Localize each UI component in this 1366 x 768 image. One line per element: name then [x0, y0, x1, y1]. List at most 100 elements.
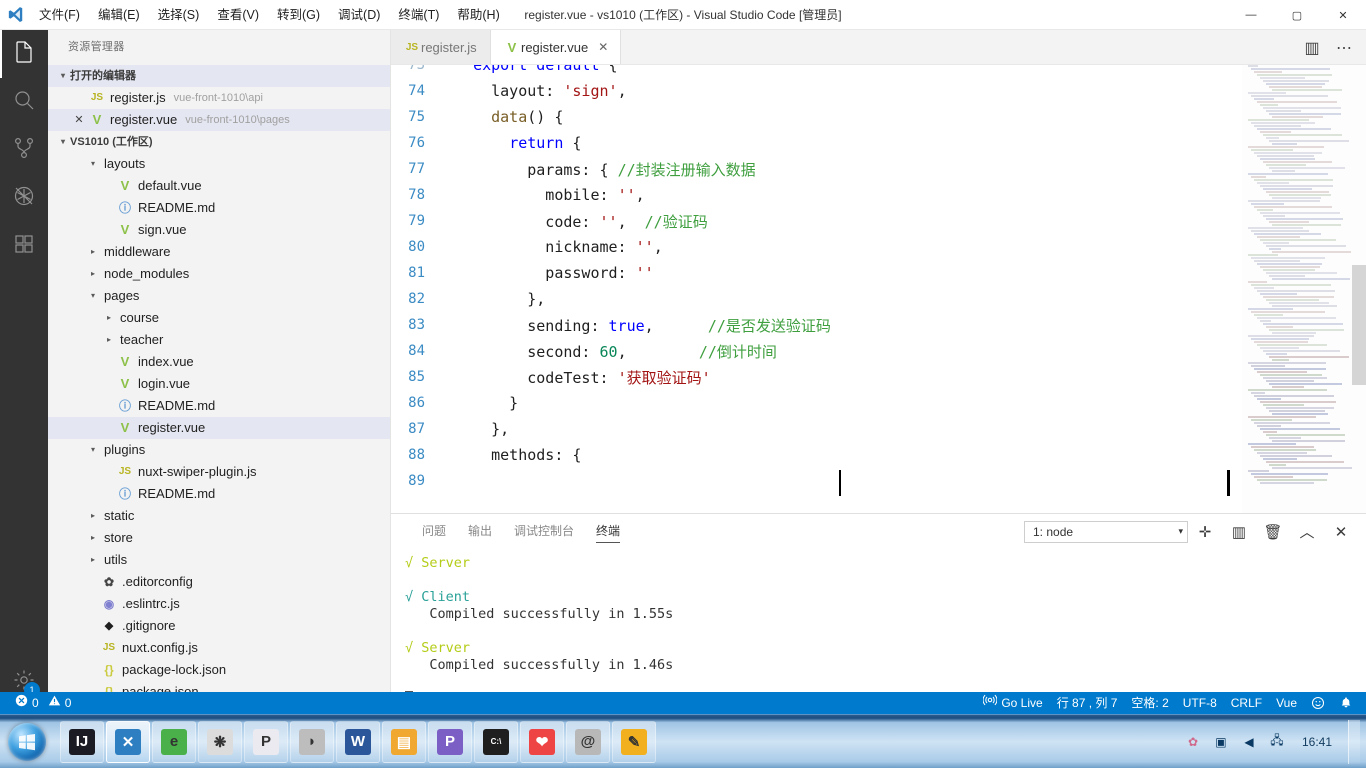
menu-help[interactable]: 帮助(H): [448, 4, 508, 26]
tree-item-utils[interactable]: ▸utils: [48, 549, 390, 571]
panel-tab-debug-console[interactable]: 调试控制台: [503, 514, 585, 549]
menu-edit[interactable]: 编辑(E): [89, 4, 149, 26]
tree-item-default-vue[interactable]: Vdefault.vue: [48, 175, 390, 197]
code-editor[interactable]: 73 export default {74 layout: 'sign',75 …: [391, 65, 1366, 513]
volume-icon[interactable]: ◀: [1240, 733, 1258, 751]
taskbar-app-word[interactable]: W: [336, 721, 380, 763]
tree-item-nuxt-config-js[interactable]: JSnuxt.config.js: [48, 637, 390, 659]
panel-tab-problems[interactable]: 问题: [411, 514, 457, 549]
editor-scrollbar-thumb[interactable]: [1352, 265, 1366, 385]
activity-search[interactable]: [0, 78, 48, 126]
tree-item-course[interactable]: ▸course: [48, 307, 390, 329]
network-mon-icon[interactable]: ▣: [1212, 733, 1230, 751]
taskbar-app-paint[interactable]: ✎: [612, 721, 656, 763]
tree-item-layouts[interactable]: ▾layouts: [48, 153, 390, 175]
new-terminal-icon[interactable]: ✛: [1188, 514, 1222, 549]
tree-item--editorconfig[interactable]: ✿.editorconfig: [48, 571, 390, 593]
taskbar-app-sublime[interactable]: ◗: [290, 721, 334, 763]
close-panel-icon[interactable]: ✕: [1324, 514, 1358, 549]
close-icon[interactable]: ✕: [598, 40, 608, 54]
tree-item-index-vue[interactable]: Vindex.vue: [48, 351, 390, 373]
taskbar-app-folder[interactable]: ▤: [382, 721, 426, 763]
status-go-live[interactable]: Go Live: [976, 692, 1049, 714]
split-editor-icon[interactable]: ▥: [1298, 34, 1326, 62]
line-number: 81: [391, 265, 447, 281]
terminal-output[interactable]: √ Server√ Client Compiled successfully i…: [391, 549, 1366, 708]
open-editor-register-vue[interactable]: ✕ V register.vue vue-front-1010\pages: [48, 109, 390, 131]
taskbar-app-vscode[interactable]: ✕: [106, 721, 150, 763]
minimap[interactable]: [1242, 65, 1352, 513]
status-eol[interactable]: CRLF: [1224, 692, 1269, 714]
editor-scrollbar[interactable]: [1352, 65, 1366, 513]
activity-debug[interactable]: [0, 174, 48, 222]
status-cursor-position[interactable]: 行 87 , 列 7: [1050, 692, 1125, 714]
tree-item-middleware[interactable]: ▸middleware: [48, 241, 390, 263]
tree-item-nuxt-swiper-plugin-js[interactable]: JSnuxt-swiper-plugin.js: [48, 461, 390, 483]
close-icon[interactable]: ✕: [70, 109, 88, 131]
minimize-button[interactable]: —: [1228, 0, 1274, 30]
tree-item-sign-vue[interactable]: Vsign.vue: [48, 219, 390, 241]
tree-item-node-modules[interactable]: ▸node_modules: [48, 263, 390, 285]
tree-item-readme-md[interactable]: ⓘREADME.md: [48, 395, 390, 417]
tree-item--gitignore[interactable]: ◆.gitignore: [48, 615, 390, 637]
status-language-mode[interactable]: Vue: [1269, 692, 1304, 714]
minimap-line: [1263, 296, 1334, 298]
status-encoding[interactable]: UTF-8: [1176, 692, 1224, 714]
menu-file[interactable]: 文件(F): [30, 4, 89, 26]
taskbar-app-pycharm[interactable]: P: [244, 721, 288, 763]
taskbar-app-edge[interactable]: e: [152, 721, 196, 763]
menu-debug[interactable]: 调试(D): [329, 4, 389, 26]
status-problems[interactable]: 0 0: [8, 692, 78, 714]
close-button[interactable]: ✕: [1320, 0, 1366, 30]
menu-view[interactable]: 查看(V): [208, 4, 268, 26]
section-workspace[interactable]: ▾ VS1010 (工作区): [48, 131, 390, 153]
tab-register-vue[interactable]: V register.vue ✕: [491, 30, 621, 64]
menu-selection[interactable]: 选择(S): [149, 4, 209, 26]
bell-icon[interactable]: [1332, 692, 1360, 714]
tree-item-readme-md[interactable]: ⓘREADME.md: [48, 197, 390, 219]
tree-item-teacher[interactable]: ▸teacher: [48, 329, 390, 351]
taskbar-app-nav[interactable]: ❋: [198, 721, 242, 763]
maximize-panel-icon[interactable]: ︿: [1290, 514, 1324, 549]
terminal-select[interactable]: 1: node ▾: [1024, 521, 1188, 543]
tree-item--eslintrc-js[interactable]: ◉.eslintrc.js: [48, 593, 390, 615]
start-button[interactable]: [0, 718, 54, 766]
tree-item-readme-md[interactable]: ⓘREADME.md: [48, 483, 390, 505]
tree-item-login-vue[interactable]: Vlogin.vue: [48, 373, 390, 395]
tree-item-plugins[interactable]: ▾plugins: [48, 439, 390, 461]
activity-extensions[interactable]: [0, 222, 48, 270]
smiley-icon[interactable]: [1304, 692, 1332, 714]
taskbar-app-app-red[interactable]: ❤: [520, 721, 564, 763]
activity-source-control[interactable]: [0, 126, 48, 174]
md-file-icon: ⓘ: [116, 197, 134, 219]
panel-tab-output[interactable]: 输出: [457, 514, 503, 549]
panel-tab-terminal[interactable]: 终端: [585, 514, 631, 549]
taskbar-app-app-gray[interactable]: @: [566, 721, 610, 763]
tab-register-js[interactable]: JS register.js: [391, 30, 491, 64]
taskbar-app-intellij[interactable]: IJ: [60, 721, 104, 763]
flower-icon[interactable]: ✿: [1184, 733, 1202, 751]
show-desktop-button[interactable]: [1348, 720, 1360, 764]
section-open-editors[interactable]: ▾ 打开的编辑器: [48, 65, 390, 87]
network-icon[interactable]: 🖧: [1268, 733, 1286, 751]
maximize-button[interactable]: ▢: [1274, 0, 1320, 30]
tree-item-store[interactable]: ▸store: [48, 527, 390, 549]
open-editor-register-js[interactable]: JS register.js vue-front-1010\api: [48, 87, 390, 109]
more-actions-icon[interactable]: ⋯: [1330, 34, 1358, 62]
taskbar-clock[interactable]: 16:41: [1296, 735, 1338, 749]
tree-item-static[interactable]: ▸static: [48, 505, 390, 527]
tree-item-register-vue[interactable]: Vregister.vue: [48, 417, 390, 439]
tree-item-pages[interactable]: ▾pages: [48, 285, 390, 307]
split-terminal-icon[interactable]: ▥: [1222, 514, 1256, 549]
minimap-line: [1263, 80, 1329, 82]
tree-item-label: login.vue: [138, 373, 190, 395]
activity-explorer[interactable]: [0, 30, 48, 78]
minimap-line: [1254, 233, 1321, 235]
taskbar-app-cmd[interactable]: C:\: [474, 721, 518, 763]
status-indentation[interactable]: 空格: 2: [1124, 692, 1175, 714]
taskbar-app-phpstorm[interactable]: P: [428, 721, 472, 763]
kill-terminal-icon[interactable]: 🗑: [1256, 514, 1290, 549]
menu-go[interactable]: 转到(G): [268, 4, 329, 26]
menu-terminal[interactable]: 终端(T): [389, 4, 448, 26]
tree-item-package-lock-json[interactable]: {}package-lock.json: [48, 659, 390, 681]
